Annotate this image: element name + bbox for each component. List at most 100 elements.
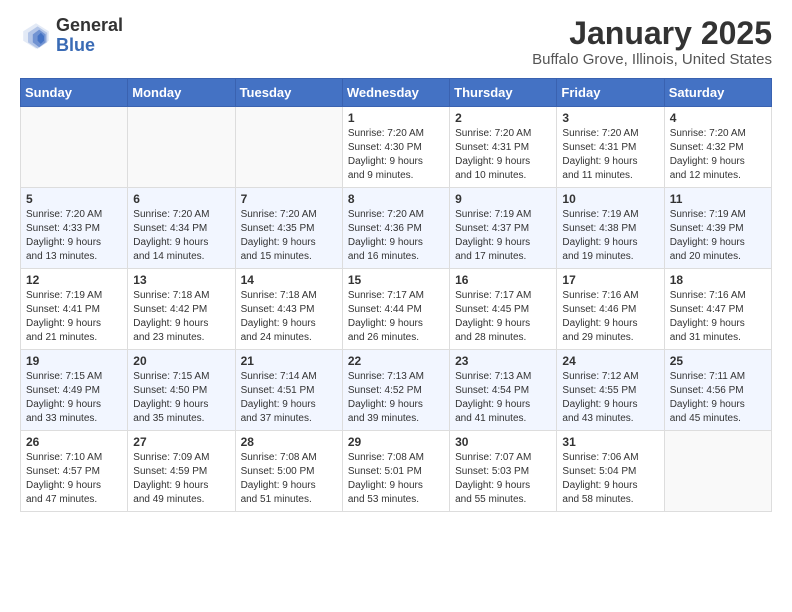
page: General Blue January 2025 Buffalo Grove,… — [0, 0, 792, 528]
table-row: 16Sunrise: 7:17 AM Sunset: 4:45 PM Dayli… — [450, 269, 557, 350]
day-info: Sunrise: 7:11 AM Sunset: 4:56 PM Dayligh… — [670, 370, 766, 426]
day-number: 27 — [133, 435, 229, 449]
day-info: Sunrise: 7:17 AM Sunset: 4:44 PM Dayligh… — [348, 289, 444, 345]
day-number: 20 — [133, 354, 229, 368]
day-info: Sunrise: 7:20 AM Sunset: 4:32 PM Dayligh… — [670, 127, 766, 183]
table-row: 22Sunrise: 7:13 AM Sunset: 4:52 PM Dayli… — [342, 350, 449, 431]
day-info: Sunrise: 7:06 AM Sunset: 5:04 PM Dayligh… — [562, 451, 658, 507]
col-friday: Friday — [557, 79, 664, 107]
col-tuesday: Tuesday — [235, 79, 342, 107]
week-row-2: 5 Sunrise: 7:20 AM Sunset: 4:33 PM Daylig… — [21, 188, 772, 269]
day-info: Sunrise: 7:20 AM Sunset: 4:36 PM Dayligh… — [348, 208, 444, 264]
day-number: 9 — [455, 192, 551, 206]
day-info: Sunrise: 7:19 AM Sunset: 4:41 PM Dayligh… — [26, 289, 122, 345]
day-info: Sunrise: 7:12 AM Sunset: 4:55 PM Dayligh… — [562, 370, 658, 426]
table-row: 14Sunrise: 7:18 AM Sunset: 4:43 PM Dayli… — [235, 269, 342, 350]
day-info: Sunrise: 7:18 AM Sunset: 4:43 PM Dayligh… — [241, 289, 337, 345]
day-info: Sunrise: 7:15 AM Sunset: 4:49 PM Dayligh… — [26, 370, 122, 426]
calendar-title: January 2025 — [532, 16, 772, 51]
day-info: Sunrise: 7:08 AM Sunset: 5:00 PM Dayligh… — [241, 451, 337, 507]
day-number: 7 — [241, 192, 337, 206]
day-info: Sunrise: 7:20 AM Sunset: 4:31 PM Dayligh… — [455, 127, 551, 183]
calendar-table: Sunday Monday Tuesday Wednesday Thursday… — [20, 78, 772, 512]
table-row — [664, 431, 771, 512]
week-row-4: 19Sunrise: 7:15 AM Sunset: 4:49 PM Dayli… — [21, 350, 772, 431]
table-row: 31Sunrise: 7:06 AM Sunset: 5:04 PM Dayli… — [557, 431, 664, 512]
calendar-subtitle: Buffalo Grove, Illinois, United States — [532, 51, 772, 68]
day-info: Sunrise: 7:19 AM Sunset: 4:38 PM Dayligh… — [562, 208, 658, 264]
day-info: Sunrise: 7:07 AM Sunset: 5:03 PM Dayligh… — [455, 451, 551, 507]
calendar-header-row: Sunday Monday Tuesday Wednesday Thursday… — [21, 79, 772, 107]
table-row: 29Sunrise: 7:08 AM Sunset: 5:01 PM Dayli… — [342, 431, 449, 512]
table-row: 24 Sunrise: 7:12 AM Sunset: 4:55 PM Dayli… — [557, 350, 664, 431]
col-sunday: Sunday — [21, 79, 128, 107]
table-row — [128, 107, 235, 188]
day-number: 18 — [670, 273, 766, 287]
table-row: 27 Sunrise: 7:09 AM Sunset: 4:59 PM Dayli… — [128, 431, 235, 512]
table-row: 5 Sunrise: 7:20 AM Sunset: 4:33 PM Daylig… — [21, 188, 128, 269]
day-info: Sunrise: 7:18 AM Sunset: 4:42 PM Dayligh… — [133, 289, 229, 345]
day-number: 21 — [241, 354, 337, 368]
day-info: Sunrise: 7:19 AM Sunset: 4:39 PM Dayligh… — [670, 208, 766, 264]
table-row — [235, 107, 342, 188]
day-number: 15 — [348, 273, 444, 287]
table-row: 10Sunrise: 7:19 AM Sunset: 4:38 PM Dayli… — [557, 188, 664, 269]
week-row-5: 26 Sunrise: 7:10 AM Sunset: 4:57 PM Dayli… — [21, 431, 772, 512]
table-row: 13 Sunrise: 7:18 AM Sunset: 4:42 PM Dayli… — [128, 269, 235, 350]
day-number: 12 — [26, 273, 122, 287]
day-number: 1 — [348, 111, 444, 125]
day-number: 6 — [133, 192, 229, 206]
day-number: 25 — [670, 354, 766, 368]
day-info: Sunrise: 7:13 AM Sunset: 4:54 PM Dayligh… — [455, 370, 551, 426]
day-number: 4 — [670, 111, 766, 125]
logo-blue: Blue — [56, 35, 95, 55]
day-number: 3 — [562, 111, 658, 125]
day-number: 23 — [455, 354, 551, 368]
table-row: 19Sunrise: 7:15 AM Sunset: 4:49 PM Dayli… — [21, 350, 128, 431]
table-row: 11Sunrise: 7:19 AM Sunset: 4:39 PM Dayli… — [664, 188, 771, 269]
col-thursday: Thursday — [450, 79, 557, 107]
table-row: 8 Sunrise: 7:20 AM Sunset: 4:36 PM Daylig… — [342, 188, 449, 269]
header: General Blue January 2025 Buffalo Grove,… — [20, 16, 772, 68]
day-info: Sunrise: 7:17 AM Sunset: 4:45 PM Dayligh… — [455, 289, 551, 345]
day-number: 30 — [455, 435, 551, 449]
day-info: Sunrise: 7:20 AM Sunset: 4:30 PM Dayligh… — [348, 127, 444, 183]
table-row: 17Sunrise: 7:16 AM Sunset: 4:46 PM Dayli… — [557, 269, 664, 350]
table-row: 23 Sunrise: 7:13 AM Sunset: 4:54 PM Dayli… — [450, 350, 557, 431]
day-number: 2 — [455, 111, 551, 125]
logo-icon — [20, 20, 52, 52]
day-number: 24 — [562, 354, 658, 368]
table-row: 18 Sunrise: 7:16 AM Sunset: 4:47 PM Dayli… — [664, 269, 771, 350]
day-number: 5 — [26, 192, 122, 206]
col-saturday: Saturday — [664, 79, 771, 107]
day-info: Sunrise: 7:16 AM Sunset: 4:47 PM Dayligh… — [670, 289, 766, 345]
title-block: January 2025 Buffalo Grove, Illinois, Un… — [532, 16, 772, 68]
table-row: 4 Sunrise: 7:20 AM Sunset: 4:32 PM Daylig… — [664, 107, 771, 188]
day-number: 29 — [348, 435, 444, 449]
table-row — [21, 107, 128, 188]
day-number: 13 — [133, 273, 229, 287]
day-info: Sunrise: 7:20 AM Sunset: 4:35 PM Dayligh… — [241, 208, 337, 264]
logo: General Blue — [20, 16, 123, 56]
day-number: 22 — [348, 354, 444, 368]
table-row: 7 Sunrise: 7:20 AM Sunset: 4:35 PM Daylig… — [235, 188, 342, 269]
day-info: Sunrise: 7:09 AM Sunset: 4:59 PM Dayligh… — [133, 451, 229, 507]
week-row-3: 12 Sunrise: 7:19 AM Sunset: 4:41 PM Dayli… — [21, 269, 772, 350]
table-row: 2 Sunrise: 7:20 AM Sunset: 4:31 PM Daylig… — [450, 107, 557, 188]
table-row: 9Sunrise: 7:19 AM Sunset: 4:37 PM Daylig… — [450, 188, 557, 269]
day-info: Sunrise: 7:15 AM Sunset: 4:50 PM Dayligh… — [133, 370, 229, 426]
table-row: 28Sunrise: 7:08 AM Sunset: 5:00 PM Dayli… — [235, 431, 342, 512]
day-number: 17 — [562, 273, 658, 287]
table-row: 20 Sunrise: 7:15 AM Sunset: 4:50 PM Dayli… — [128, 350, 235, 431]
table-row: 26 Sunrise: 7:10 AM Sunset: 4:57 PM Dayli… — [21, 431, 128, 512]
day-info: Sunrise: 7:10 AM Sunset: 4:57 PM Dayligh… — [26, 451, 122, 507]
table-row: 30 Sunrise: 7:07 AM Sunset: 5:03 PM Dayli… — [450, 431, 557, 512]
table-row: 3Sunrise: 7:20 AM Sunset: 4:31 PM Daylig… — [557, 107, 664, 188]
day-number: 26 — [26, 435, 122, 449]
table-row: 1 Sunrise: 7:20 AM Sunset: 4:30 PM Daylig… — [342, 107, 449, 188]
col-wednesday: Wednesday — [342, 79, 449, 107]
table-row: 15 Sunrise: 7:17 AM Sunset: 4:44 PM Dayli… — [342, 269, 449, 350]
table-row: 12 Sunrise: 7:19 AM Sunset: 4:41 PM Dayli… — [21, 269, 128, 350]
day-info: Sunrise: 7:20 AM Sunset: 4:33 PM Dayligh… — [26, 208, 122, 264]
day-number: 8 — [348, 192, 444, 206]
